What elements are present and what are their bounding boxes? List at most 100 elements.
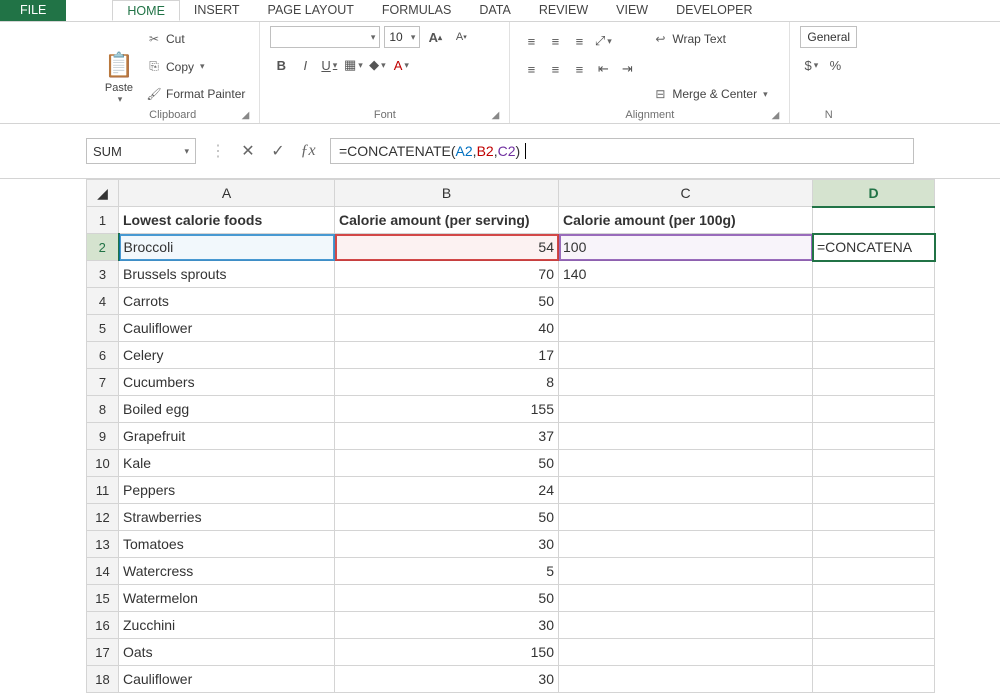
cell[interactable] — [559, 504, 813, 531]
tab-page-layout[interactable]: PAGE LAYOUT — [254, 0, 368, 21]
underline-button[interactable]: U▾ — [318, 54, 340, 76]
tab-insert[interactable]: INSERT — [180, 0, 254, 21]
cell[interactable] — [559, 396, 813, 423]
tab-formulas[interactable]: FORMULAS — [368, 0, 465, 21]
cell[interactable]: Watercress — [119, 558, 335, 585]
tab-view[interactable]: VIEW — [602, 0, 662, 21]
bold-button[interactable]: B — [270, 54, 292, 76]
row-header[interactable]: 8 — [87, 396, 119, 423]
increase-indent-button[interactable]: ⇥ — [616, 58, 638, 80]
number-format-select[interactable]: General — [800, 26, 857, 48]
orientation-button[interactable]: ⤢▾ — [592, 30, 614, 52]
row-header[interactable]: 4 — [87, 288, 119, 315]
row-header[interactable]: 13 — [87, 531, 119, 558]
align-left-button[interactable]: ≡ — [520, 58, 542, 80]
row-header[interactable]: 10 — [87, 450, 119, 477]
cell[interactable] — [559, 477, 813, 504]
format-painter-button[interactable]: 🖌Format Painter — [146, 83, 245, 105]
cell[interactable] — [813, 504, 935, 531]
dialog-launcher-icon[interactable]: ◢ — [772, 110, 780, 121]
cell[interactable]: 50 — [335, 585, 559, 612]
decrease-font-button[interactable]: A▾ — [450, 26, 472, 48]
tab-file[interactable]: FILE — [0, 0, 66, 21]
row-header[interactable]: 11 — [87, 477, 119, 504]
wrap-text-button[interactable]: ↩Wrap Text — [652, 28, 767, 50]
cell[interactable]: 50 — [335, 288, 559, 315]
cell[interactable]: 24 — [335, 477, 559, 504]
select-all-corner[interactable]: ◢ — [87, 180, 119, 207]
cell[interactable] — [559, 423, 813, 450]
tab-developer[interactable]: DEVELOPER — [662, 0, 766, 21]
cell[interactable] — [813, 342, 935, 369]
cell[interactable] — [813, 288, 935, 315]
percent-button[interactable]: % — [824, 54, 846, 76]
row-header[interactable]: 2 — [87, 234, 119, 261]
cell[interactable] — [813, 477, 935, 504]
cell[interactable]: 140 — [559, 261, 813, 288]
cancel-button[interactable]: ✕ — [234, 138, 262, 164]
fill-color-button[interactable]: ◆▾ — [366, 54, 388, 76]
align-middle-button[interactable]: ≡ — [544, 30, 566, 52]
cell[interactable]: 37 — [335, 423, 559, 450]
cell[interactable]: 50 — [335, 450, 559, 477]
cell[interactable]: =CONCATENA — [813, 234, 935, 261]
align-top-button[interactable]: ≡ — [520, 30, 542, 52]
font-size-select[interactable]: 10▾ — [384, 26, 420, 48]
merge-center-button[interactable]: ⊟Merge & Center▾ — [652, 83, 767, 105]
cell[interactable]: 5 — [335, 558, 559, 585]
cell[interactable]: Broccoli — [119, 234, 335, 261]
row-header[interactable]: 17 — [87, 639, 119, 666]
cell[interactable]: Cauliflower — [119, 315, 335, 342]
cell[interactable]: Cucumbers — [119, 369, 335, 396]
border-button[interactable]: ▦▾ — [342, 54, 364, 76]
cell[interactable] — [559, 666, 813, 693]
row-header[interactable]: 9 — [87, 423, 119, 450]
column-header-a[interactable]: A — [119, 180, 335, 207]
cell[interactable]: Watermelon — [119, 585, 335, 612]
tab-home[interactable]: HOME — [112, 0, 180, 21]
row-header[interactable]: 3 — [87, 261, 119, 288]
italic-button[interactable]: I — [294, 54, 316, 76]
cell[interactable] — [813, 639, 935, 666]
cell[interactable] — [559, 531, 813, 558]
cell[interactable] — [813, 450, 935, 477]
cell[interactable]: Tomatoes — [119, 531, 335, 558]
cell[interactable]: 54 — [335, 234, 559, 261]
cell[interactable] — [559, 450, 813, 477]
cell[interactable] — [559, 315, 813, 342]
cell[interactable]: 150 — [335, 639, 559, 666]
row-header[interactable]: 1 — [87, 207, 119, 234]
cell[interactable]: Grapefruit — [119, 423, 335, 450]
cell[interactable] — [813, 261, 935, 288]
enter-button[interactable]: ✓ — [264, 138, 292, 164]
row-header[interactable]: 18 — [87, 666, 119, 693]
cell[interactable] — [559, 585, 813, 612]
cell[interactable]: Lowest calorie foods — [119, 207, 335, 234]
cell[interactable] — [813, 423, 935, 450]
dialog-launcher-icon[interactable]: ◢ — [492, 110, 500, 121]
row-header[interactable]: 5 — [87, 315, 119, 342]
column-header-d[interactable]: D — [813, 180, 935, 207]
cell[interactable]: 30 — [335, 612, 559, 639]
row-header[interactable]: 15 — [87, 585, 119, 612]
formula-input[interactable]: =CONCATENATE(A2,B2,C2) — [330, 138, 914, 164]
cell[interactable] — [813, 666, 935, 693]
cell[interactable]: Brussels sprouts — [119, 261, 335, 288]
column-header-c[interactable]: C — [559, 180, 813, 207]
cell[interactable] — [813, 207, 935, 234]
cut-button[interactable]: ✂Cut — [146, 28, 245, 50]
cell[interactable]: Strawberries — [119, 504, 335, 531]
cell[interactable]: Peppers — [119, 477, 335, 504]
cell[interactable]: Calorie amount (per serving) — [335, 207, 559, 234]
cell[interactable] — [813, 396, 935, 423]
cell[interactable]: Zucchini — [119, 612, 335, 639]
cell[interactable]: Celery — [119, 342, 335, 369]
cell[interactable] — [559, 342, 813, 369]
decrease-indent-button[interactable]: ⇤ — [592, 58, 614, 80]
cell[interactable]: 30 — [335, 531, 559, 558]
column-header-b[interactable]: B — [335, 180, 559, 207]
cell[interactable] — [559, 558, 813, 585]
cell[interactable] — [813, 531, 935, 558]
cell[interactable]: Calorie amount (per 100g) — [559, 207, 813, 234]
cell[interactable]: 30 — [335, 666, 559, 693]
